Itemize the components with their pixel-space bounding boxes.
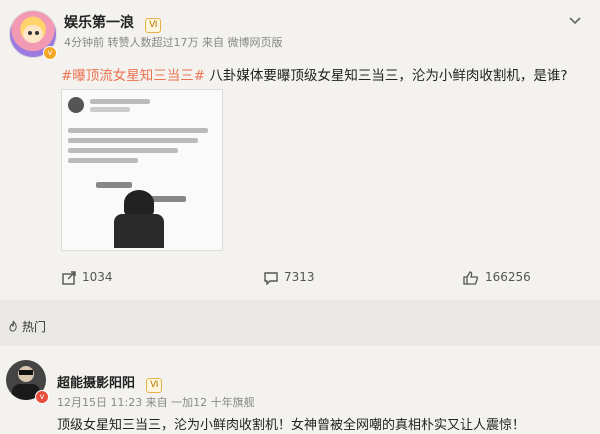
- topic-link[interactable]: #曝顶流女星知三当三#: [61, 68, 205, 84]
- author-name[interactable]: 娱乐第一浪: [64, 15, 134, 31]
- share-icon: [62, 270, 76, 285]
- verified-icon: v: [43, 46, 57, 60]
- image-caption: [150, 196, 186, 202]
- vip-badge: Ⅵ: [146, 378, 163, 393]
- verified-icon: v: [35, 390, 49, 404]
- image-text-line: [68, 138, 198, 143]
- image-text-line: [68, 158, 138, 163]
- hot-icon: [9, 320, 17, 332]
- image-text-line: [90, 107, 130, 112]
- avatar-eye: [35, 31, 39, 35]
- thumbs-up-icon: [463, 270, 479, 285]
- post-text: 八卦媒体要曝顶级女星知三当三，沦为小鲜肉收割机，是谁?: [209, 68, 568, 84]
- share-count: 1034: [82, 270, 113, 284]
- hot-label: 热门: [22, 320, 47, 334]
- comment-action[interactable]: 7313: [264, 270, 315, 286]
- chevron-down-icon[interactable]: [568, 12, 582, 26]
- image-person-head: [124, 190, 154, 216]
- post-content: #曝顶流女星知三当三# 八卦媒体要曝顶级女星知三当三，沦为小鲜肉收割机，是谁?: [61, 64, 591, 84]
- post-meta: 4分钟前 转赞人数超过17万 来自 微博网页版: [64, 36, 283, 49]
- comment-meta: 12月15日 11:23 来自 一加12 十年旗舰: [57, 396, 255, 409]
- image-text-line: [68, 148, 178, 153]
- comment-count: 7313: [284, 270, 315, 284]
- image-avatar: [68, 97, 84, 113]
- comment-text: 顶级女星知三当三，沦为小鲜肉收割机！女神曾被全网嘲的真相朴实又让人震惊！: [57, 418, 526, 433]
- avatar-eye: [28, 31, 32, 35]
- post-image[interactable]: [61, 89, 223, 251]
- image-caption: [96, 182, 132, 188]
- like-count: 166256: [485, 270, 531, 284]
- comment-icon: [264, 271, 278, 286]
- comment-card: v 超能摄影阳阳 Ⅵ 12月15日 11:23 来自 一加12 十年旗舰 顶级女…: [0, 346, 600, 434]
- avatar-face: [23, 25, 43, 43]
- commenter-name[interactable]: 超能摄影阳阳: [57, 376, 135, 391]
- image-text-line: [90, 99, 150, 104]
- hot-comments-header: 热门: [0, 300, 600, 346]
- avatar-glasses: [19, 370, 33, 375]
- post-card: v 娱乐第一浪 Ⅵ 4分钟前 转赞人数超过17万 来自 微博网页版 #曝顶流女星…: [0, 0, 600, 300]
- vip-badge: Ⅵ: [145, 18, 162, 33]
- share-action[interactable]: 1034: [62, 270, 113, 285]
- image-text-line: [68, 128, 208, 133]
- like-action[interactable]: 166256: [463, 270, 531, 285]
- image-person-body: [114, 214, 164, 248]
